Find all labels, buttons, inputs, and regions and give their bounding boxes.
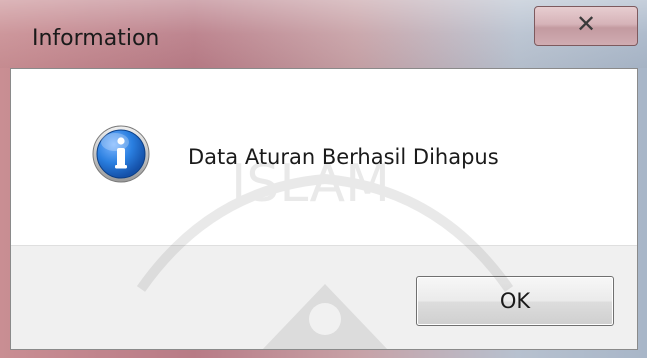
ok-button-label: OK bbox=[499, 289, 531, 313]
information-icon bbox=[92, 125, 150, 183]
dialog-client-area: Data Aturan Berhasil Dihapus OK ISLAM bbox=[10, 68, 638, 350]
message-area: Data Aturan Berhasil Dihapus bbox=[11, 69, 637, 245]
information-dialog: Information ✕ Data Aturan Berhasil Dihap… bbox=[0, 0, 647, 358]
ok-button[interactable]: OK bbox=[416, 276, 614, 326]
close-button[interactable]: ✕ bbox=[534, 6, 638, 46]
message-text: Data Aturan Berhasil Dihapus bbox=[188, 145, 499, 169]
button-area: OK bbox=[11, 245, 637, 349]
close-icon: ✕ bbox=[575, 10, 597, 38]
dialog-title: Information bbox=[32, 26, 160, 51]
